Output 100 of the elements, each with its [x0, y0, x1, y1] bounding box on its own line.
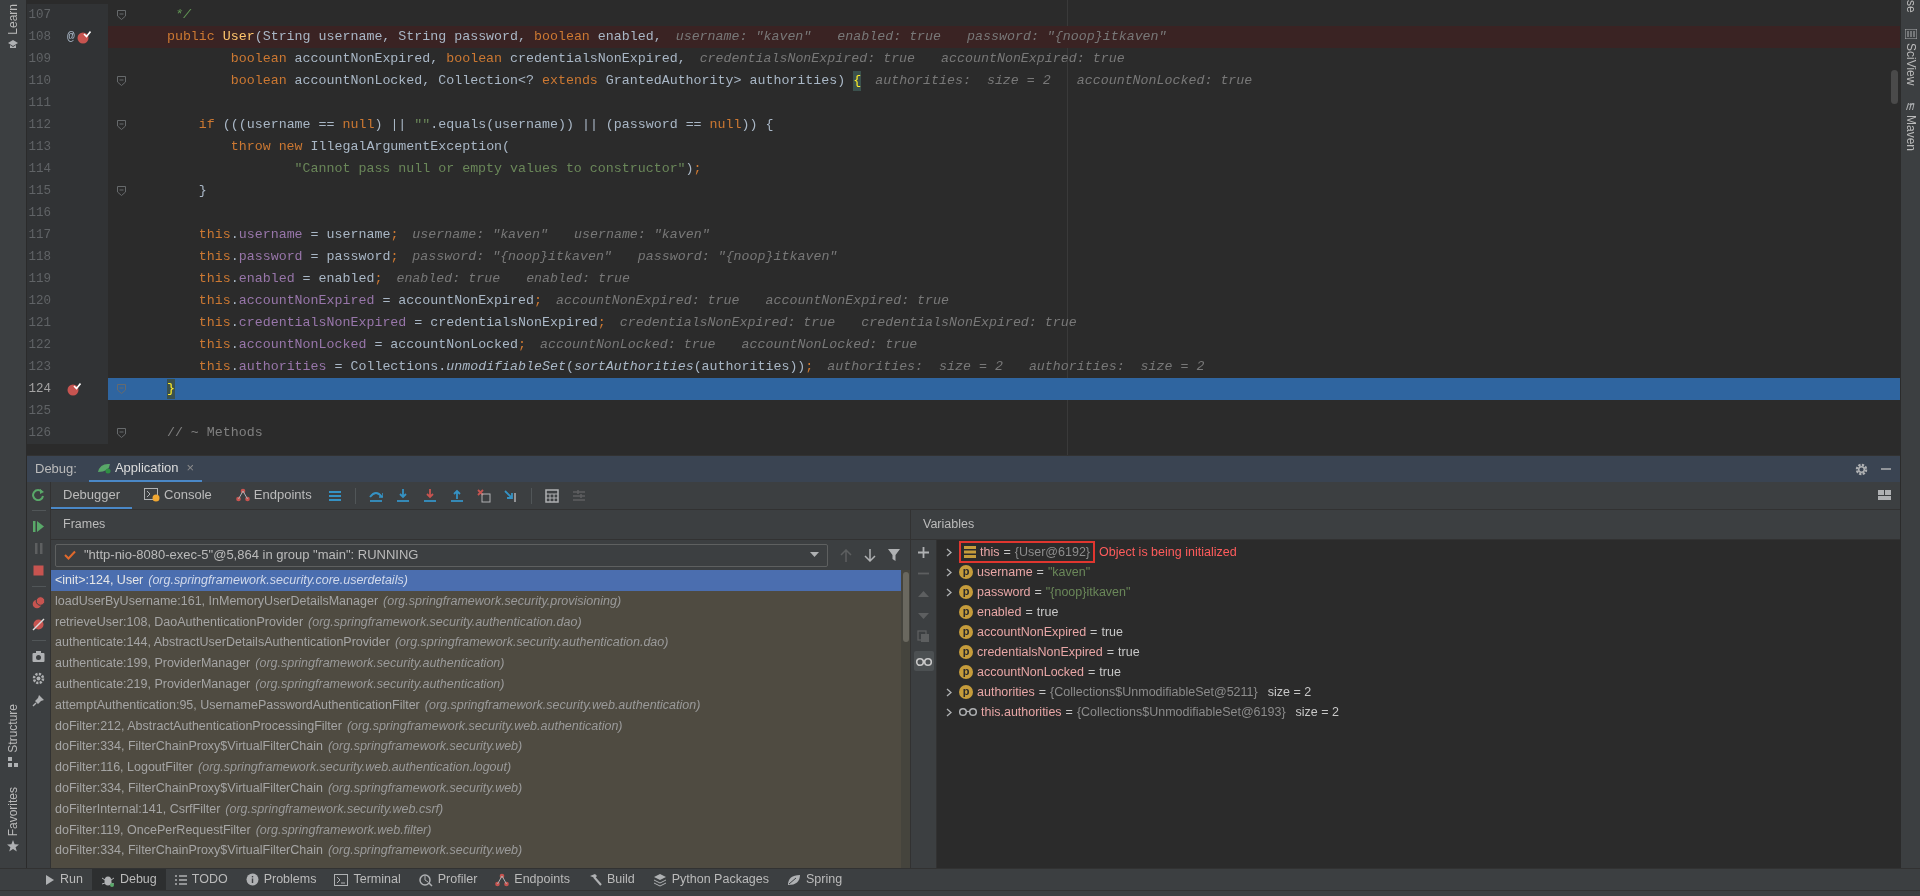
debugger-tab[interactable]: Endpoints	[223, 482, 324, 509]
layout-settings-icon[interactable]	[1878, 489, 1892, 502]
tool-window-button[interactable]: Run	[36, 869, 92, 890]
settings-icon[interactable]	[32, 672, 45, 685]
add-icon[interactable]	[917, 546, 930, 559]
fold-icon[interactable]	[117, 76, 126, 86]
tool-window-label[interactable]: se	[1903, 0, 1918, 13]
stack-icon	[964, 546, 976, 558]
code-text: // ~ Methods	[166, 424, 263, 443]
glasses-icon[interactable]	[913, 651, 934, 671]
code-text: this	[198, 358, 231, 377]
stack-frame-row[interactable]: doFilterInternal:141, CsrfFilter (org.springframework.security.web.csrf)	[51, 798, 901, 820]
expand-chevron-icon[interactable]	[946, 707, 952, 717]
step-into-icon[interactable]	[395, 488, 410, 503]
frame-package: (org.springframework.security.provisioning)	[383, 592, 622, 610]
variable-value: {User@6192}	[1014, 543, 1090, 561]
inline-value-hint: accountNonExpired: true	[765, 292, 950, 311]
breakpoint-icon[interactable]	[76, 30, 91, 44]
scrollbar-thumb[interactable]	[902, 572, 909, 642]
frame-package: (org.springframework.security.authentication)	[255, 655, 505, 673]
tool-window-button[interactable]: Terminal	[325, 869, 410, 890]
annotation-marker: @	[67, 28, 75, 47]
variable-name: accountNonExpired	[977, 623, 1087, 641]
breakpoints-icon[interactable]	[32, 596, 45, 609]
tool-window-button[interactable]: Python Packages	[643, 869, 778, 890]
stack-frame-row[interactable]: <init>:124, User (org.springframework.security.core.userdetails)	[51, 570, 901, 591]
scrollbar-thumb[interactable]	[1891, 70, 1898, 104]
stack-frame-row[interactable]: doFilter:119, OncePerRequestFilter (org.springframework.web.filter)	[51, 819, 901, 841]
variable-value: true	[1118, 643, 1140, 661]
stack-frame-row[interactable]: authenticate:144, AbstractUserDetailsAuthenticationProvider (org.springframework.security.authentication.dao)	[51, 632, 901, 654]
copy-icon[interactable]	[917, 630, 930, 643]
debugger-tab[interactable]: Console	[132, 482, 224, 509]
tool-window-button[interactable]: Spring	[778, 869, 852, 890]
fold-icon[interactable]	[117, 186, 126, 196]
inline-value-hint: credentialsNonExpired: true	[619, 314, 836, 333]
tool-window-button[interactable]: TODO	[165, 869, 237, 890]
fold-icon[interactable]	[117, 120, 126, 130]
up-arrow-icon[interactable]	[840, 548, 852, 562]
rerun-icon[interactable]	[32, 488, 45, 501]
status-note: Object is being initialized	[1099, 543, 1237, 561]
close-icon[interactable]: ×	[186, 458, 195, 478]
inline-value-hint: accountNonExpired: true	[941, 50, 1125, 69]
expand-chevron-icon[interactable]	[946, 547, 952, 557]
thread-dropdown[interactable]: "http-nio-8080-exec-5"@5,864 in group "main": RUNNING	[55, 543, 828, 567]
tool-window-label[interactable]: Favorites	[4, 786, 22, 836]
stack-frame-row[interactable]: doFilter:212, AbstractAuthenticationProcessingFilter (org.springframework.security.web.authentication)	[51, 715, 901, 737]
tool-window-button[interactable]: Profiler	[409, 869, 487, 890]
tool-window-button[interactable]: Debug	[91, 869, 166, 890]
drop-frame-icon[interactable]	[476, 488, 491, 503]
stack-frame-row[interactable]: authenticate:199, ProviderManager (org.springframework.security.authentication)	[51, 653, 901, 674]
frame-package: (org.springframework.security.web.authentication)	[424, 696, 701, 714]
pause-icon[interactable]	[32, 542, 45, 555]
code-text: extends	[542, 72, 598, 91]
code-text: .	[230, 270, 239, 289]
equals-sign: =	[1036, 563, 1044, 581]
tool-window-button[interactable]: Build	[578, 869, 644, 890]
stack-frame-row[interactable]: doFilter:334, FilterChainProxy$VirtualFilterChain (org.springframework.security.web)	[51, 777, 901, 799]
stop-icon[interactable]	[32, 564, 45, 577]
pin-icon[interactable]	[32, 694, 45, 707]
calculator-icon[interactable]	[544, 488, 559, 503]
expand-chevron-icon[interactable]	[946, 587, 952, 597]
fold-icon[interactable]	[117, 10, 126, 20]
code-text: ) ||	[374, 116, 408, 135]
force-step-into-icon[interactable]	[422, 488, 437, 503]
code-text: public	[166, 28, 216, 47]
tool-window-label[interactable]: Structure	[4, 703, 22, 753]
mute-breakpoints-icon[interactable]	[32, 618, 45, 631]
expand-chevron-icon[interactable]	[946, 567, 952, 577]
filter-icon[interactable]	[888, 549, 900, 561]
stack-frame-row[interactable]: attemptAuthentication:95, UsernamePasswordAuthenticationFilter (org.springframework.security.web.authentication)	[51, 694, 901, 716]
stack-frame-row[interactable]: doFilter:334, FilterChainProxy$VirtualFilterChain (org.springframework.security.web)	[51, 840, 901, 862]
run-to-cursor-icon[interactable]	[503, 488, 518, 503]
tool-window-label[interactable]: SciView	[1903, 42, 1918, 86]
parameter-icon: p	[959, 665, 973, 679]
fold-icon[interactable]	[117, 428, 126, 438]
tool-window-button[interactable]: Problems	[236, 869, 326, 890]
step-out-icon[interactable]	[449, 488, 464, 503]
down-arrow-icon[interactable]	[864, 548, 876, 562]
equals-sign: =	[1034, 583, 1042, 601]
camera-icon[interactable]	[32, 650, 45, 663]
frame-package: (org.springframework.security.web.authentication)	[346, 717, 623, 735]
stack-frame-row[interactable]: doFilter:116, LogoutFilter (org.springframework.security.web.authentication.logout)	[51, 757, 901, 778]
stack-frame-row[interactable]: doFilter:334, FilterChainProxy$VirtualFilterChain (org.springframework.security.web)	[51, 736, 901, 758]
tool-window-label[interactable]: Maven	[1903, 115, 1918, 152]
code-text: (	[565, 358, 574, 377]
breakpoint-icon[interactable]	[67, 382, 81, 396]
tool-window-label[interactable]: Learn	[4, 4, 22, 35]
expand-chevron-icon[interactable]	[946, 687, 952, 697]
resume-icon[interactable]	[32, 520, 45, 533]
tool-window-button[interactable]: Endpoints	[486, 869, 579, 890]
inline-value-hint: authorities: size = 2	[827, 358, 1003, 377]
code-text: .equals(username)) || (password ==	[430, 116, 703, 135]
stack-frame-row[interactable]: authenticate:219, ProviderManager (org.springframework.security.authentication)	[51, 674, 901, 695]
code-text: = Collections.	[334, 358, 447, 377]
stack-frame-row[interactable]: loadUserByUsername:161, InMemoryUserDetailsManager (org.springframework.security.provisioning)	[51, 590, 901, 612]
layout-icon[interactable]	[327, 488, 342, 503]
code-text: accountNonLocked, Collection<?	[294, 72, 535, 91]
stack-frame-row[interactable]: retrieveUser:108, DaoAuthenticationProvider (org.springframework.security.authentication.dao)	[51, 611, 901, 633]
settings-icon[interactable]	[1855, 462, 1868, 476]
variable-value: true	[1101, 623, 1123, 641]
